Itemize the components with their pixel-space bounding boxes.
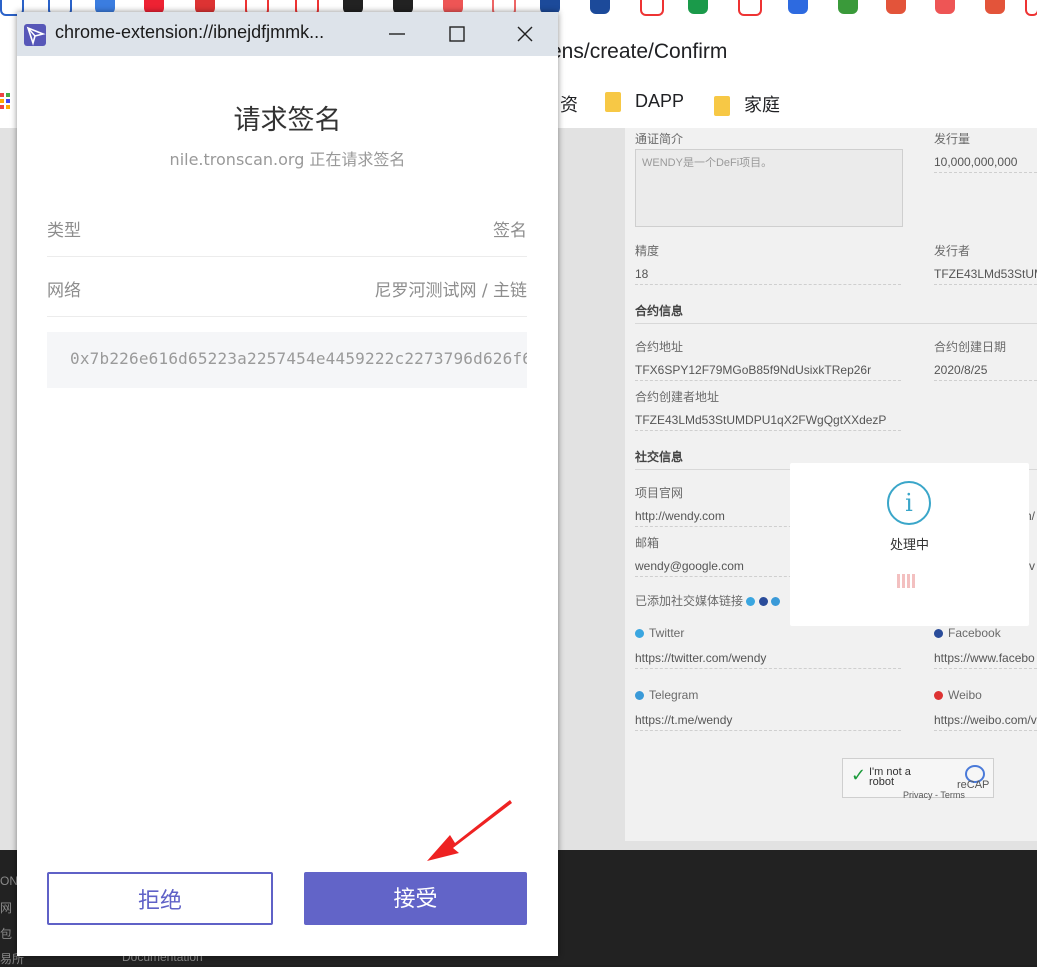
divider xyxy=(934,172,1037,173)
network-label: 网络 xyxy=(47,281,81,301)
weibo-value: https://weibo.com/v xyxy=(934,713,1037,727)
close-button[interactable] xyxy=(495,12,555,56)
info-icon: i xyxy=(887,481,931,525)
tab-favicon[interactable] xyxy=(640,0,664,16)
facebook-icon xyxy=(758,597,768,607)
message-hex: 0x7b226e616d65223a2257454e4459222c227379… xyxy=(70,349,527,368)
processing-text: 处理中 xyxy=(889,537,929,552)
footer-item[interactable]: 网 xyxy=(0,899,12,916)
divider xyxy=(635,668,901,669)
contract-section-title: 合约信息 xyxy=(635,304,684,318)
twitter-icon xyxy=(746,597,756,607)
telegram-label: Telegram xyxy=(635,688,698,702)
social-section-title: 社交信息 xyxy=(635,450,684,464)
tab-favicon[interactable] xyxy=(838,0,858,14)
network-value: 尼罗河测试网 / 主链 xyxy=(374,281,527,301)
apps-grid-icon[interactable] xyxy=(0,91,10,111)
website-value: http://wendy.com xyxy=(635,509,725,523)
creator-label: 合约创建者地址 xyxy=(635,390,720,404)
divider xyxy=(934,730,1037,731)
divider xyxy=(934,284,1037,285)
tronlink-logo-icon xyxy=(24,24,46,46)
twitter-icon xyxy=(635,629,644,639)
tab-favicon[interactable] xyxy=(886,0,906,14)
facebook-label: Facebook xyxy=(934,626,1001,640)
baidu-favicon[interactable] xyxy=(788,0,808,14)
email-label: 邮箱 xyxy=(635,536,660,550)
email-value: wendy@google.com xyxy=(635,559,744,573)
divider xyxy=(934,380,1037,381)
accept-button[interactable]: 接受 xyxy=(304,872,527,925)
weibo-icon xyxy=(934,691,943,701)
footer-item[interactable]: 包 xyxy=(0,925,12,942)
row-divider xyxy=(47,316,527,317)
footer-item[interactable]: ON xyxy=(0,874,18,888)
reject-button[interactable]: 拒绝 xyxy=(47,872,273,925)
telegram-icon xyxy=(635,691,644,701)
social-links-label: 已添加社交媒体链接 xyxy=(635,592,781,609)
message-data-box[interactable]: 0x7b226e616d65223a2257454e4459222c227379… xyxy=(47,332,527,388)
bookmark-item[interactable]: 资 xyxy=(560,91,578,117)
tab-favicon[interactable] xyxy=(688,0,708,14)
telegram-icon xyxy=(771,597,781,607)
facebook-icon xyxy=(934,629,943,639)
row-divider xyxy=(47,256,527,257)
divider xyxy=(635,430,901,431)
weibo-label: Weibo xyxy=(934,688,982,702)
twitter-label: Twitter xyxy=(635,626,684,640)
type-value: 签名 xyxy=(493,221,527,241)
supply-value: 10,000,000,000 xyxy=(934,155,1018,169)
checkmark-icon: ✓ xyxy=(851,765,867,786)
type-label: 类型 xyxy=(47,221,81,241)
bookmark-folder-dapp[interactable]: DAPP xyxy=(605,91,684,113)
intro-text: WENDY是一个DeFi项目。 xyxy=(642,157,773,169)
tab-favicon[interactable] xyxy=(1025,0,1037,16)
red-arrow-annotation xyxy=(427,800,512,861)
request-origin-subtitle: nile.tronscan.org 正在请求签名 xyxy=(169,150,406,169)
url-text[interactable]: ens/create/Confirm xyxy=(550,40,727,64)
telegram-value: https://t.me/wendy xyxy=(635,713,733,727)
tab-favicon[interactable] xyxy=(985,0,1005,14)
issuer-value: TFZE43LMd53StUM xyxy=(934,267,1037,281)
bookmark-folder-family[interactable]: 家庭 xyxy=(714,91,780,117)
tab-favicon[interactable] xyxy=(935,0,955,14)
divider xyxy=(635,284,901,285)
website-label: 项目官网 xyxy=(635,486,684,500)
precision-label: 精度 xyxy=(635,244,660,258)
minimize-icon xyxy=(389,33,405,35)
captcha-links[interactable]: Privacy - Terms xyxy=(903,790,965,800)
window-title: chrome-extension://ibnejdfjmmk... xyxy=(55,22,325,42)
divider xyxy=(635,730,901,731)
divider xyxy=(635,380,901,381)
folder-icon xyxy=(605,92,621,113)
email-right-value: v xyxy=(1029,559,1035,573)
social-links-text: 已添加社交媒体链接 xyxy=(635,594,744,608)
contract-date-label: 合约创建日期 xyxy=(934,340,1007,354)
captcha-label: I'm not a robot xyxy=(869,766,911,788)
supply-label: 发行量 xyxy=(934,132,971,146)
minimize-button[interactable] xyxy=(367,12,427,56)
contract-address-label: 合约地址 xyxy=(635,340,684,354)
creator-value: TFZE43LMd53StUMDPU1qX2FWgQgtXXdezP xyxy=(635,413,887,427)
intro-label: 通证简介 xyxy=(635,132,684,146)
maximize-icon xyxy=(449,26,465,42)
twitter-value: https://twitter.com/wendy xyxy=(635,651,767,665)
loading-spinner xyxy=(897,573,923,588)
issuer-label: 发行者 xyxy=(934,244,971,258)
section-divider xyxy=(635,323,1037,324)
tab-favicon[interactable] xyxy=(738,0,762,16)
close-icon xyxy=(517,26,533,42)
maximize-button[interactable] xyxy=(427,12,487,56)
folder-icon xyxy=(714,96,730,117)
tab-favicon[interactable] xyxy=(590,0,610,14)
contract-address-value: TFX6SPY12F79MGoB85f9NdUsixkTRep26r xyxy=(635,363,872,377)
recaptcha-widget[interactable]: ✓ I'm not a robot reCAP Privacy - Terms xyxy=(842,758,994,800)
page-title: 请求签名 xyxy=(233,105,342,136)
precision-value: 18 xyxy=(635,267,649,281)
divider xyxy=(934,668,1037,669)
contract-date-value: 2020/8/25 xyxy=(934,363,988,377)
facebook-value: https://www.facebo xyxy=(934,651,1035,665)
